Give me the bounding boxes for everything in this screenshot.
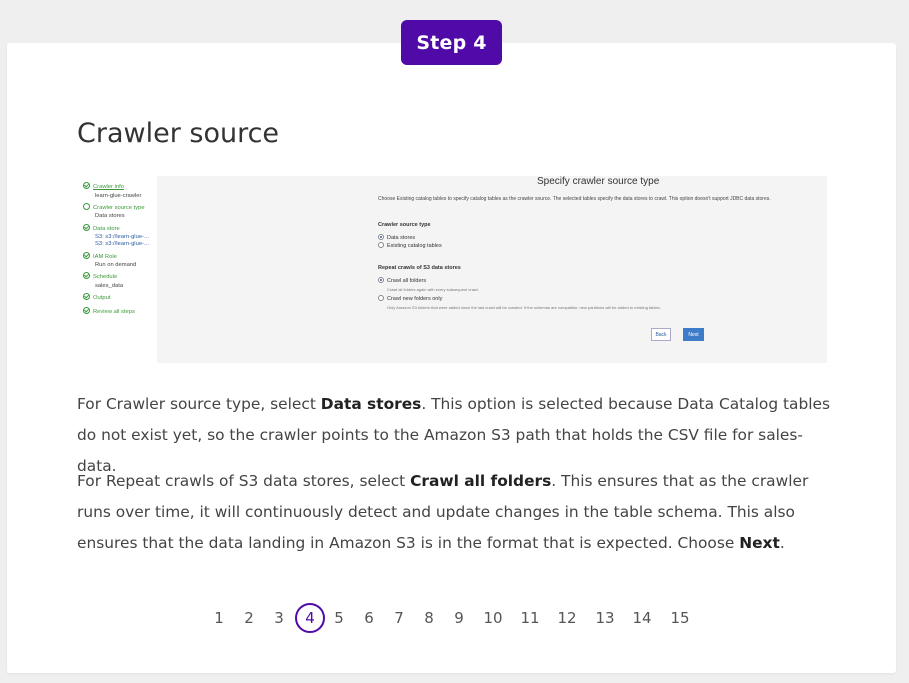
wizard-nav-item: S3: s3://learn-glue-...	[95, 234, 149, 240]
page-link[interactable]: 5	[327, 603, 351, 633]
circle-icon	[83, 203, 90, 210]
wizard-nav-item[interactable]: Review all steps	[83, 307, 135, 315]
wizard-nav-label: Data store	[93, 226, 120, 232]
source-type-heading: Crawler source type	[378, 222, 431, 228]
page-link[interactable]: 12	[555, 603, 579, 633]
wizard-nav-label: Schedule	[93, 274, 118, 280]
page-link[interactable]: 8	[417, 603, 441, 633]
check-circle-icon	[83, 182, 90, 189]
wizard-title: Specify crawler source type	[537, 176, 660, 187]
wizard-nav-item[interactable]: IAM Role	[83, 252, 117, 260]
page-link[interactable]: 1	[207, 603, 231, 633]
wizard-nav-label: Review all steps	[93, 309, 135, 315]
page-link[interactable]: 15	[668, 603, 692, 633]
wizard-nav-item: sales_data	[95, 283, 123, 289]
wizard-nav-item[interactable]: Crawler source type	[83, 203, 145, 211]
emphasis-data-stores: Data stores	[320, 395, 422, 413]
repeat-crawls-heading: Repeat crawls of S3 data stores	[378, 265, 461, 271]
radio-existing-catalog-tables[interactable]: Existing catalog tables	[378, 242, 442, 249]
wizard-nav-label: S3: s3://learn-glue-...	[95, 241, 149, 247]
wizard-nav-label: Output	[93, 295, 111, 301]
radio-selected-icon	[378, 234, 384, 240]
radio-label: Existing catalog tables	[387, 243, 442, 249]
radio-data-stores[interactable]: Data stores	[378, 234, 415, 241]
check-circle-icon	[83, 307, 90, 314]
wizard-nav-item[interactable]: Crawler info	[83, 182, 124, 190]
page-link[interactable]: 13	[593, 603, 617, 633]
pagination: 1 2 3 4 5 6 7 8 9 10 11 12 13 14 15	[0, 603, 909, 633]
wizard-nav-label: Data stores	[95, 213, 125, 219]
embedded-screenshot: Crawler info learn-glue-crawler Crawler so…	[77, 176, 827, 363]
page-link[interactable]: 10	[481, 603, 505, 633]
wizard-nav-item: S3: s3://learn-glue-...	[95, 241, 149, 247]
check-circle-icon	[83, 224, 90, 231]
back-button[interactable]: Back	[651, 328, 671, 341]
wizard-nav-item[interactable]: Data store	[83, 224, 120, 232]
page-link[interactable]: 7	[387, 603, 411, 633]
check-circle-icon	[83, 252, 90, 259]
page-link[interactable]: 9	[447, 603, 471, 633]
paragraph-crawl-all-folders: For Repeat crawls of S3 data stores, sel…	[77, 466, 837, 559]
step-badge: Step 4	[401, 20, 502, 65]
wizard-nav-label: Crawler info	[93, 184, 124, 190]
radio-icon	[378, 295, 384, 301]
wizard-nav-label: S3: s3://learn-glue-...	[95, 234, 149, 240]
page-link-active[interactable]: 4	[295, 603, 325, 633]
wizard-nav-label: IAM Role	[93, 254, 117, 260]
page-link[interactable]: 2	[237, 603, 261, 633]
page-title: Crawler source	[77, 118, 280, 149]
wizard-nav-item: Data stores	[95, 213, 125, 219]
check-circle-icon	[83, 293, 90, 300]
emphasis-next: Next	[739, 534, 780, 552]
wizard-nav-item: learn-glue-crawler	[95, 193, 141, 199]
wizard-nav-label: Run on demand	[95, 262, 137, 268]
text: For Crawler source type, select	[77, 395, 321, 413]
radio-label: Crawl new folders only	[387, 296, 443, 302]
page-link[interactable]: 3	[267, 603, 291, 633]
radio-selected-icon	[378, 277, 384, 283]
emphasis-crawl-all-folders: Crawl all folders	[410, 472, 552, 490]
wizard-nav-label: Crawler source type	[93, 205, 145, 211]
radio-label: Crawl all folders	[387, 278, 427, 284]
wizard-nav: Crawler info learn-glue-crawler Crawler so…	[77, 176, 157, 363]
wizard-nav-item[interactable]: Schedule	[83, 272, 117, 280]
wizard-nav-item: Run on demand	[95, 262, 136, 268]
wizard-nav-item[interactable]: Output	[83, 293, 110, 301]
radio-crawl-new-folders[interactable]: Crawl new folders only	[378, 295, 442, 302]
text: .	[779, 534, 785, 552]
check-circle-icon	[83, 272, 90, 279]
radio-icon	[378, 242, 384, 248]
page-link[interactable]: 11	[518, 603, 542, 633]
wizard-nav-label: sales_data	[95, 283, 124, 289]
wizard-nav-label: learn-glue-crawler	[95, 193, 142, 199]
crawl-new-help: Only Amazon S3 folders that were added s…	[387, 305, 661, 310]
page-link[interactable]: 14	[630, 603, 654, 633]
crawl-all-help: Crawl all folders again with every subse…	[387, 287, 479, 292]
page-link[interactable]: 6	[357, 603, 381, 633]
text: For Repeat crawls of S3 data stores, sel…	[77, 472, 411, 490]
next-button[interactable]: Next	[683, 328, 704, 341]
radio-label: Data stores	[387, 235, 416, 241]
radio-crawl-all-folders[interactable]: Crawl all folders	[378, 277, 426, 284]
wizard-description: Choose Existing catalog tables to specif…	[378, 196, 771, 202]
wizard-main: Specify crawler source type Choose Exist…	[157, 176, 827, 363]
